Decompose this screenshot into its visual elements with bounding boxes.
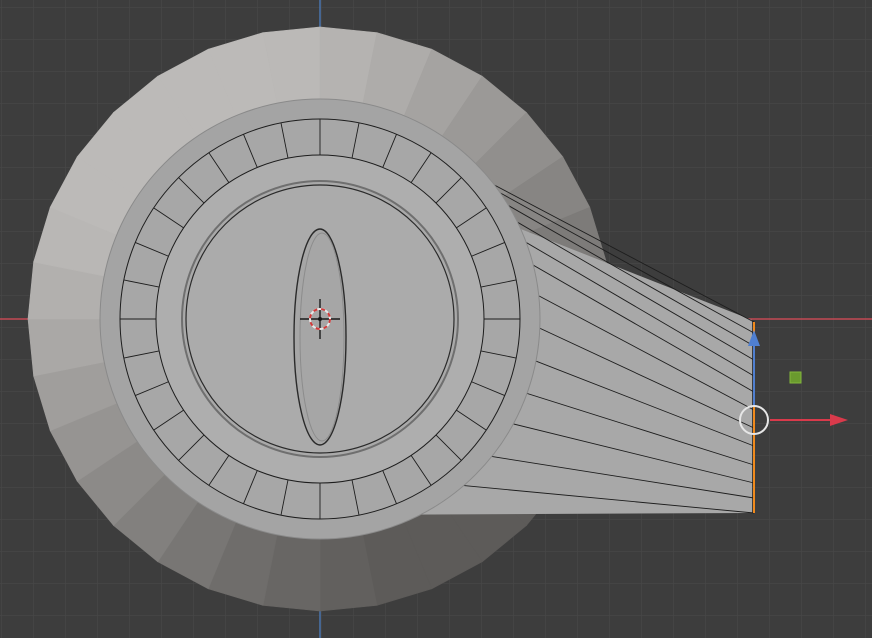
square-icon[interactable] [789,371,802,384]
3d-viewport[interactable] [0,0,872,638]
viewport-canvas[interactable] [0,0,872,638]
